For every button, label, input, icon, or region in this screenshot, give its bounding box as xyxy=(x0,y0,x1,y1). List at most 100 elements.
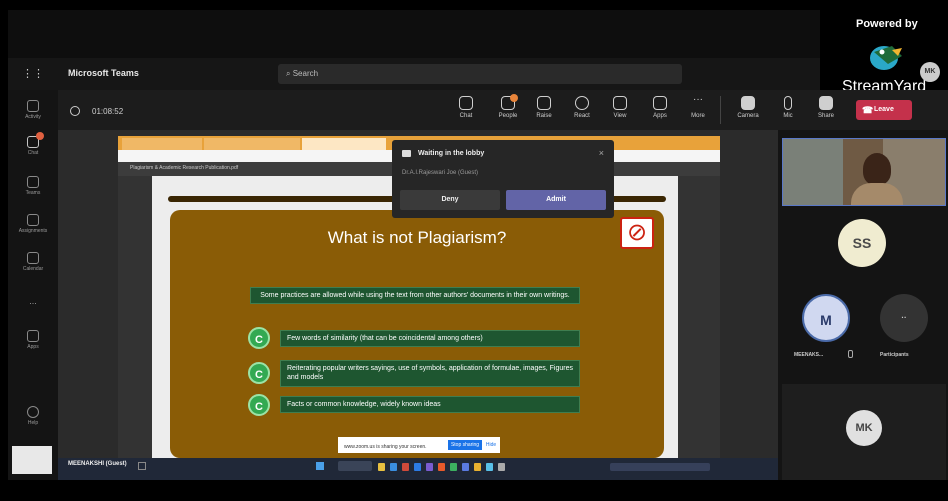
toolbar-divider xyxy=(720,96,721,124)
person-shoulders xyxy=(851,183,903,205)
taskbar-search-icon xyxy=(338,461,372,471)
slide-bullet-text: Facts or common knowledge, widely known … xyxy=(287,401,441,408)
browser-tab[interactable] xyxy=(122,138,202,150)
bullet-marker: C xyxy=(248,362,270,384)
close-icon[interactable]: × xyxy=(599,148,604,158)
stop-sharing-button[interactable]: Stop sharing xyxy=(448,440,482,450)
tool-label: People xyxy=(498,113,518,119)
chat-button[interactable]: Chat xyxy=(450,96,482,119)
search-input[interactable]: ⌕ Search xyxy=(278,64,682,84)
app-icon xyxy=(402,463,409,471)
no-copy-icon: ⊘ xyxy=(620,217,654,249)
participant-video xyxy=(782,138,946,206)
browser-tab[interactable] xyxy=(204,138,300,150)
camera-button[interactable]: Camera xyxy=(732,96,764,119)
pdf-title: Plagiarism & Academic Research Publicati… xyxy=(130,165,239,171)
sidebar-item-chat[interactable]: Chat xyxy=(8,136,58,156)
deny-button[interactable]: Deny xyxy=(400,190,500,210)
chrome-icon xyxy=(474,463,481,471)
chat-icon xyxy=(459,96,473,110)
tool-label: Camera xyxy=(737,113,759,119)
left-sidebar: Activity Chat Teams Assignments Calendar… xyxy=(8,90,58,480)
admit-button[interactable]: Admit xyxy=(506,190,606,210)
meeting-timer: 01:08:52 xyxy=(92,107,124,116)
participant-name: MEENAKS... xyxy=(794,352,824,358)
participants-more-button[interactable]: ·· xyxy=(880,294,928,342)
hand-icon xyxy=(537,96,551,110)
share-button[interactable]: Share xyxy=(810,96,842,119)
leave-button[interactable]: ☎ Leave xyxy=(856,100,912,120)
sidebar-item-label: Teams xyxy=(25,190,41,196)
zoom-icon xyxy=(462,463,469,471)
sidebar-item-apps[interactable]: Apps xyxy=(8,330,58,350)
system-tray xyxy=(610,463,710,471)
lobby-icon xyxy=(402,150,411,157)
phone-icon: ☎ xyxy=(862,105,874,115)
tool-label: Share xyxy=(817,113,834,119)
tool-label: Apps xyxy=(653,113,667,119)
tool-label: View xyxy=(613,113,627,119)
raise-hand-button[interactable]: Raise xyxy=(528,96,560,119)
smile-icon xyxy=(575,96,589,110)
window-background xyxy=(783,139,843,205)
screen-share-notice: www.zoom.us is sharing your screen. Stop… xyxy=(338,437,500,453)
shield-icon xyxy=(70,106,80,116)
tool-label: More xyxy=(691,113,705,119)
slide-bullet-box: Few words of similarity (that can be coi… xyxy=(280,330,580,348)
share-icon xyxy=(819,96,833,110)
powerpoint-icon xyxy=(438,463,445,471)
host-avatar: MK xyxy=(920,62,940,82)
folder-icon xyxy=(378,463,385,471)
screen-share-icon xyxy=(138,462,146,470)
teams-taskbar-icon xyxy=(426,463,433,471)
sidebar-item-activity[interactable]: Activity xyxy=(8,100,58,120)
sidebar-item-teams[interactable]: Teams xyxy=(8,176,58,196)
bullet-marker: C xyxy=(248,327,270,349)
sidebar-item-more[interactable]: ... xyxy=(8,296,58,306)
people-button[interactable]: People xyxy=(492,96,524,119)
camera-icon xyxy=(741,96,755,110)
slide-title: What is not Plagiarism? xyxy=(327,228,507,247)
sidebar-item-help[interactable]: Help xyxy=(8,406,58,426)
apps-icon xyxy=(27,330,39,342)
leave-label: Leave xyxy=(874,106,894,113)
powered-by-label: Powered by xyxy=(856,18,918,30)
slide-bullet-text: Few words of similarity (that can be coi… xyxy=(287,335,483,342)
mic-icon xyxy=(784,96,792,110)
notice-text: www.zoom.us is sharing your screen. xyxy=(344,444,427,450)
people-badge xyxy=(510,94,518,102)
more-button[interactable]: ··· More xyxy=(682,95,714,120)
hide-notice-button[interactable]: Hide xyxy=(484,440,498,450)
sidebar-item-label: Calendar xyxy=(22,266,44,272)
react-button[interactable]: React xyxy=(566,96,598,119)
person-head xyxy=(863,153,891,185)
chat-badge xyxy=(36,132,44,140)
tool-label: Raise xyxy=(536,113,552,119)
tool-label: React xyxy=(574,113,590,119)
app-title: Microsoft Teams xyxy=(68,68,139,78)
apps-button[interactable]: Apps xyxy=(644,96,676,119)
browser-tab-active[interactable] xyxy=(302,138,386,150)
slide-bullet-text: Reiterating popular writers sayings, use… xyxy=(287,365,573,382)
sidebar-item-assignments[interactable]: Assignments xyxy=(8,214,58,234)
sidebar-item-label: Help xyxy=(27,420,39,426)
sidebar-item-label: Assignments xyxy=(18,228,48,234)
tool-label: Mic xyxy=(783,113,793,119)
assignments-icon xyxy=(27,214,39,226)
apps-icon xyxy=(653,96,667,110)
view-button[interactable]: View xyxy=(604,96,636,119)
app-icon xyxy=(498,463,505,471)
help-icon xyxy=(27,406,39,418)
slide-intro-text: Some practices are allowed while using t… xyxy=(260,292,570,299)
search-placeholder: Search xyxy=(292,69,319,78)
sidebar-item-label: Chat xyxy=(27,150,39,156)
streamyard-logo-icon xyxy=(862,38,908,78)
mic-icon xyxy=(848,350,853,358)
mic-button[interactable]: Mic xyxy=(772,96,804,119)
participant-avatar-m[interactable]: M xyxy=(802,294,850,342)
sidebar-item-calendar[interactable]: Calendar xyxy=(8,252,58,272)
participant-avatar-ss[interactable]: SS xyxy=(838,219,886,267)
participant-avatar-mk[interactable]: MK xyxy=(846,410,882,446)
app-grid-icon[interactable]: ⋮⋮ xyxy=(22,67,44,80)
sidebar-item-label: Activity xyxy=(25,114,41,120)
